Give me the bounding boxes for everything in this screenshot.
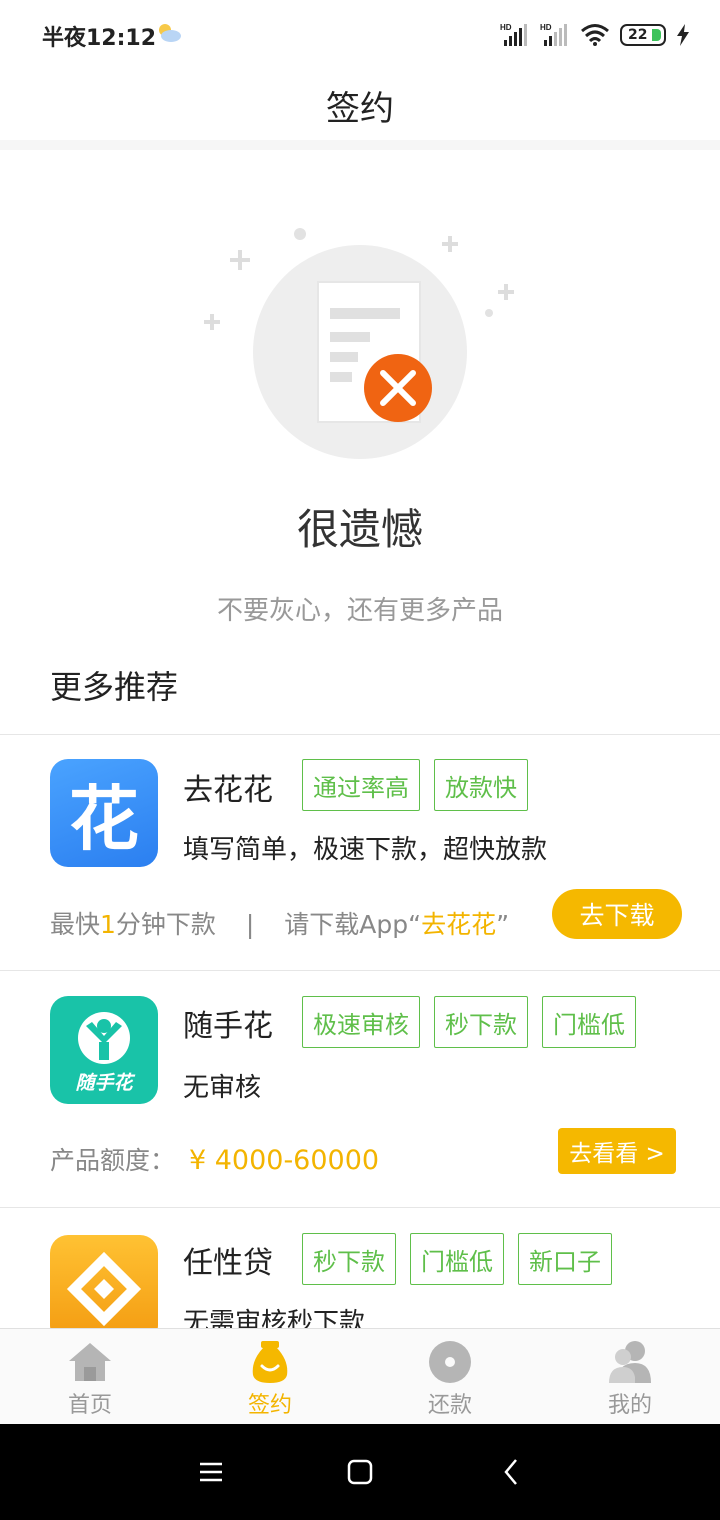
product-card-suishouhua[interactable]: 随手花 随手花 极速审核 秒下款 门槛低 无审核 产品额度： ¥ 4000-60… — [0, 971, 720, 1208]
product-card-renxingdai[interactable]: 任性贷 秒下款 门槛低 新口子 无需审核秒下款 — [0, 1208, 720, 1328]
product-tags: 通过率高 放款快 — [302, 759, 528, 811]
tab-label: 签约 — [247, 1393, 292, 1418]
amount-value: ¥ 4000-60000 — [188, 1145, 380, 1176]
status-time: 半夜12:12 — [42, 26, 157, 51]
product-tag: 秒下款 — [302, 1233, 396, 1285]
battery-fill — [652, 29, 661, 41]
download-button[interactable]: 去下载 — [552, 889, 682, 939]
tab-sign[interactable]: 签约 — [180, 1329, 360, 1425]
foot-prefix: 最快 — [50, 910, 101, 939]
product-tag: 门槛低 — [410, 1233, 504, 1285]
user-icon — [609, 1341, 651, 1383]
weather-icon — [159, 24, 181, 42]
system-navigation-bar — [0, 1424, 720, 1520]
empty-state-title: 很遗憾 — [296, 505, 423, 554]
product-tag: 极速审核 — [302, 996, 420, 1048]
foot-minutes: 1 — [100, 910, 116, 939]
quhuahua-app-icon[interactable]: 花 — [50, 759, 158, 867]
battery-level: 22 — [628, 27, 648, 43]
battery-indicator: 22 — [620, 24, 666, 46]
bottom-tab-bar: 首页 签约 还款 我的 — [0, 1328, 720, 1424]
product-tag: 新口子 — [518, 1233, 612, 1285]
wifi-icon — [581, 24, 609, 46]
product-amount: 产品额度： ¥ 4000-60000 — [50, 1141, 379, 1177]
tab-mine[interactable]: 我的 — [540, 1329, 720, 1425]
svg-text:HD: HD — [500, 23, 512, 32]
product-description: 无审核 — [183, 1073, 262, 1103]
quhuahua-icon-glyph: 花 — [69, 777, 139, 860]
view-button[interactable]: 去看看 > — [558, 1128, 676, 1174]
page-title: 签约 — [326, 88, 394, 129]
foot-app-name: 去花花 — [421, 910, 497, 939]
home-square-icon[interactable] — [340, 1454, 380, 1490]
foot-separator: | — [245, 910, 255, 939]
product-tag: 秒下款 — [434, 996, 528, 1048]
back-icon[interactable] — [492, 1454, 532, 1490]
empty-state-subtitle: 不要灰心，还有更多产品 — [216, 596, 503, 626]
product-description: 无需审核秒下款 — [183, 1308, 366, 1328]
foot-close: ” — [496, 910, 510, 939]
suishouhua-app-icon[interactable]: 随手花 — [50, 996, 158, 1104]
tab-repay[interactable]: 还款 — [360, 1329, 540, 1425]
amount-label: 产品额度： — [50, 1146, 176, 1175]
charging-icon — [677, 24, 689, 46]
product-foot-text: 最快1分钟下款 | 请下载App“去花花” — [50, 905, 509, 941]
tab-home[interactable]: 首页 — [0, 1329, 180, 1425]
renxingdai-app-icon[interactable] — [50, 1235, 158, 1328]
product-tags: 极速审核 秒下款 门槛低 — [302, 996, 636, 1048]
product-name: 任性贷 — [183, 1246, 273, 1281]
tab-label: 首页 — [67, 1393, 112, 1418]
status-indicators: HD HD 22 — [500, 20, 690, 50]
suishouhua-icon-text: 随手花 — [75, 1072, 133, 1094]
product-description: 填写简单，极速下款，超快放款 — [183, 835, 548, 865]
tab-label: 我的 — [607, 1393, 652, 1418]
product-card-quhuahua[interactable]: 花 去花花 通过率高 放款快 填写简单，极速下款，超快放款 最快1分钟下款 | … — [0, 735, 720, 971]
foot-mid: 分钟下款 — [115, 910, 216, 939]
product-name: 去花花 — [183, 773, 273, 808]
page-header: 签约 — [0, 70, 720, 140]
svg-text:HD: HD — [540, 23, 552, 32]
product-tag: 放款快 — [434, 759, 528, 811]
renxingdai-logo-icon — [66, 1251, 142, 1327]
empty-document-illustration — [204, 228, 514, 459]
foot-download: 请下载App“ — [284, 910, 422, 939]
signal-icon: HD — [500, 23, 527, 46]
product-name: 随手花 — [183, 1009, 273, 1044]
status-bar: 半夜12:12 HD HD 22 — [0, 0, 720, 70]
signal-icon-2: HD — [540, 23, 567, 46]
product-tag: 门槛低 — [542, 996, 636, 1048]
recommend-section-title: 更多推荐 — [50, 668, 179, 706]
tab-label: 还款 — [427, 1393, 472, 1418]
menu-icon[interactable] — [190, 1454, 230, 1490]
disc-icon — [429, 1341, 471, 1383]
moneybag-icon — [252, 1341, 288, 1383]
product-tags: 秒下款 门槛低 新口子 — [302, 1233, 612, 1285]
product-tag: 通过率高 — [302, 759, 420, 811]
home-icon — [69, 1343, 111, 1381]
header-divider — [0, 140, 720, 150]
